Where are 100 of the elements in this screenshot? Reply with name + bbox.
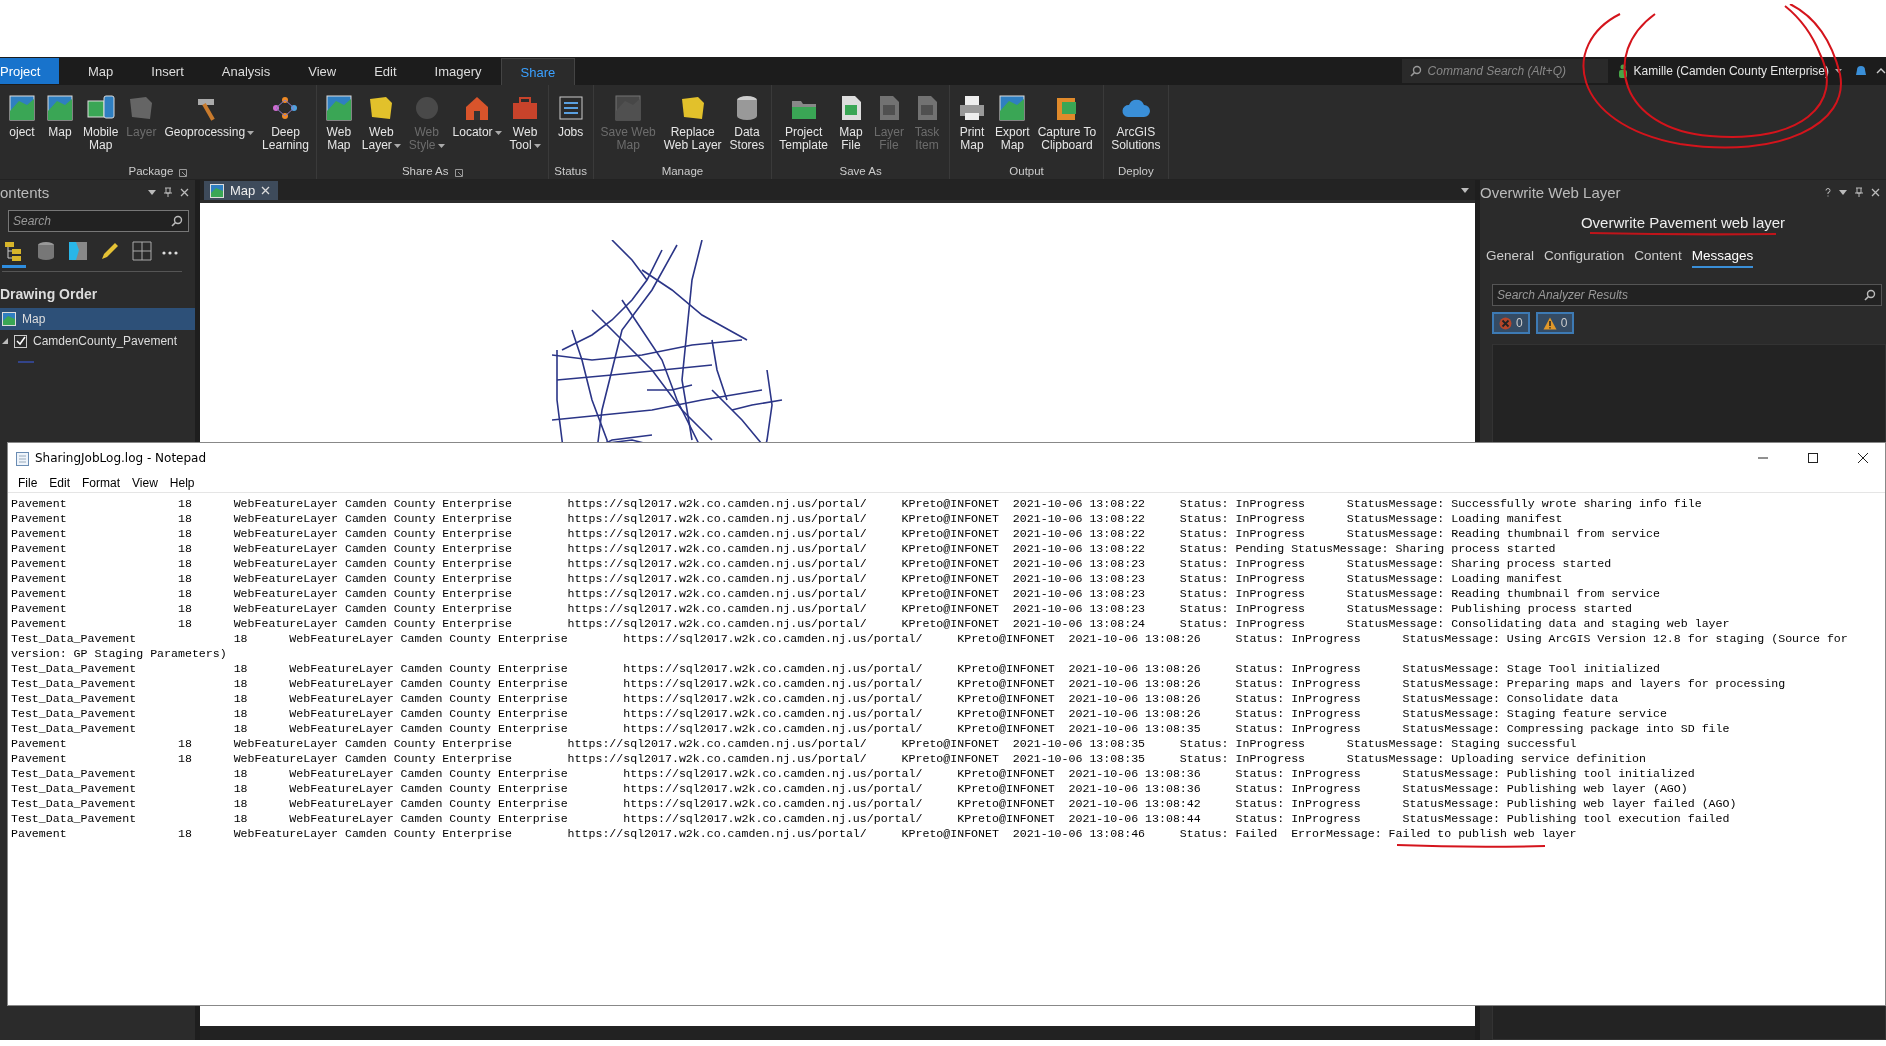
filter-button[interactable]: 0 xyxy=(1492,312,1530,334)
ribbon-tab[interactable]: Project xyxy=(0,58,59,84)
help-icon[interactable] xyxy=(1825,187,1831,197)
group-label: Manage xyxy=(661,164,704,177)
ribbon-button[interactable]: Print Map xyxy=(954,91,990,154)
ribbon-button[interactable]: Data Stores xyxy=(726,91,768,154)
ribbon-button[interactable]: Capture To Clipboard xyxy=(1034,91,1100,154)
caret-icon xyxy=(247,130,255,135)
caret-icon[interactable] xyxy=(1839,189,1847,195)
log-line: Pavement 18 WebFeatureLayer Camden County Enterprise https://sql2017.w2k.co.camden.nj.us/portal/ KPreto@INFONET 2021-10-06 13:08:22 Status: Pending StatusMessage: Sharing process started xyxy=(11,541,1556,556)
pane-title: ontents xyxy=(0,183,51,201)
map-icon xyxy=(2,312,16,326)
ribbon-button[interactable]: Web Layer xyxy=(358,91,404,154)
ribbon-button[interactable]: Jobs xyxy=(552,91,589,141)
ribbon-tab[interactable]: View xyxy=(289,58,356,84)
log-line: version: GP Staging Parameters) xyxy=(11,646,227,661)
ribbon-tab[interactable]: Insert xyxy=(132,58,203,84)
ribbon-button[interactable]: oject xyxy=(4,91,40,141)
caret-icon xyxy=(533,143,541,148)
pane-title: Overwrite Web Layer xyxy=(1480,183,1622,201)
pane-tab[interactable]: Messages xyxy=(1691,248,1754,268)
window-title: SharingJobLog.log - Notepad xyxy=(35,451,207,465)
log-line: Pavement 18 WebFeatureLayer Camden County Enterprise https://sql2017.w2k.co.camden.nj.us/portal/ KPreto@INFONET 2021-10-06 13:08:46 Status: Failed ErrorMessage: Failed to publish web layer xyxy=(11,826,1577,841)
database-icon xyxy=(35,240,57,262)
caret-icon[interactable] xyxy=(148,189,156,195)
pane-tab[interactable]: General xyxy=(1486,248,1535,268)
menu-item[interactable]: Help xyxy=(163,475,201,490)
ribbon-button[interactable]: Locator xyxy=(449,91,505,141)
ribbon-button[interactable]: Replace Web Layer xyxy=(660,91,725,154)
ribbon-button[interactable]: Mobile Map xyxy=(80,91,122,154)
log-line: Pavement 18 WebFeatureLayer Camden County Enterprise https://sql2017.w2k.co.camden.nj.us/portal/ KPreto@INFONET 2021-10-06 13:08:24 Status: InProgress StatusMessage: Consolidating data and staging web layer xyxy=(11,616,1730,631)
caret-icon xyxy=(494,130,502,135)
log-line: Test_Data_Pavement 18 WebFeatureLayer Camden County Enterprise https://sql2017.w2k.co.camden.nj.us/portal/ KPreto@INFONET 2021-10-06 13:08:35 Status: InProgress StatusMessage: Compressing package into SD file xyxy=(11,721,1730,736)
ribbon-tab[interactable]: Imagery xyxy=(415,58,501,84)
log-line: Pavement 18 WebFeatureLayer Camden County Enterprise https://sql2017.w2k.co.camden.nj.us/portal/ KPreto@INFONET 2021-10-06 13:08:35 Status: InProgress StatusMessage: Staging successful xyxy=(11,736,1577,751)
notepad-icon xyxy=(16,450,29,466)
ribbon-button[interactable]: Deep Learning xyxy=(259,91,312,154)
group-label: Package xyxy=(128,164,174,177)
close-icon[interactable] xyxy=(1871,187,1880,197)
close-icon[interactable] xyxy=(1858,453,1868,463)
menu-item[interactable]: View xyxy=(126,475,164,490)
map-tab[interactable]: Map xyxy=(204,181,279,200)
launcher-icon[interactable] xyxy=(454,168,463,177)
ribbon-button[interactable]: Map File xyxy=(832,91,869,154)
menu-item[interactable]: Format xyxy=(76,475,127,490)
search-field[interactable]: Search Analyzer Results xyxy=(1492,284,1882,306)
caret-icon xyxy=(437,143,445,148)
layer-name: Map xyxy=(22,312,46,326)
printer-icon xyxy=(957,93,987,123)
map-icon xyxy=(997,93,1028,123)
ribbon-tab[interactable]: Map xyxy=(69,58,133,84)
group-label: Deploy xyxy=(1117,164,1154,177)
person-icon xyxy=(1617,64,1628,78)
log-line: Test_Data_Pavement 18 WebFeatureLayer Camden County Enterprise https://sql2017.w2k.co.camden.nj.us/portal/ KPreto@INFONET 2021-10-06 13:08:26 Status: InProgress StatusMessage: Preparing maps and layers for processing xyxy=(11,676,1786,691)
error-icon xyxy=(1499,316,1512,330)
log-line: Test_Data_Pavement 18 WebFeatureLayer Camden County Enterprise https://sql2017.w2k.co.camden.nj.us/portal/ KPreto@INFONET 2021-10-06 13:08:26 Status: InProgress StatusMessage: Staging feature service xyxy=(11,706,1667,721)
pane-tab[interactable]: Configuration xyxy=(1544,248,1625,268)
close-icon[interactable] xyxy=(180,187,189,197)
search-icon xyxy=(1864,289,1876,301)
menu-item[interactable]: File xyxy=(12,475,44,490)
bell-icon[interactable] xyxy=(1854,64,1868,78)
ribbon-button[interactable]: Web Map xyxy=(320,91,357,154)
grid-icon xyxy=(131,240,153,262)
log-line: Pavement 18 WebFeatureLayer Camden County Enterprise https://sql2017.w2k.co.camden.nj.us/portal/ KPreto@INFONET 2021-10-06 13:08:22 Status: InProgress StatusMessage: Successfully wrote sharing info file xyxy=(11,496,1702,511)
log-line: Pavement 18 WebFeatureLayer Camden County Enterprise https://sql2017.w2k.co.camden.nj.us/portal/ KPreto@INFONET 2021-10-06 13:08:23 Status: InProgress StatusMessage: Publishing process started xyxy=(11,601,1633,616)
map-icon xyxy=(613,93,644,123)
ribbon-tab[interactable]: Edit xyxy=(355,58,416,84)
layer-row[interactable]: Map xyxy=(0,308,195,330)
pin-icon[interactable] xyxy=(1855,187,1863,197)
launcher-icon[interactable] xyxy=(179,168,188,177)
pane-tab[interactable]: Content xyxy=(1634,248,1682,268)
caret-icon[interactable] xyxy=(1461,187,1469,193)
ribbon-button[interactable]: Map xyxy=(42,91,78,141)
layer-name: CamdenCounty_Pavement xyxy=(33,334,178,348)
more-icon[interactable] xyxy=(162,251,178,255)
maximize-icon[interactable] xyxy=(1808,453,1818,463)
map-icon xyxy=(7,93,37,123)
menu-item[interactable]: Edit xyxy=(43,475,77,490)
log-line: Pavement 18 WebFeatureLayer Camden County Enterprise https://sql2017.w2k.co.camden.nj.us/portal/ KPreto@INFONET 2021-10-06 13:08:22 Status: InProgress StatusMessage: Reading thumbnail from service xyxy=(11,526,1660,541)
layer-row[interactable]: CamdenCounty_Pavement xyxy=(0,330,195,352)
search-field[interactable]: Search xyxy=(8,210,189,232)
log-line: Pavement 18 WebFeatureLayer Camden County Enterprise https://sql2017.w2k.co.camden.nj.us/portal/ KPreto@INFONET 2021-10-06 13:08:22 Status: InProgress StatusMessage: Loading manifest xyxy=(11,511,1563,526)
pencil-icon xyxy=(99,240,121,262)
filter-button[interactable]: 0 xyxy=(1535,312,1575,334)
ribbon-button[interactable]: ArcGIS Solutions xyxy=(1108,91,1164,154)
pin-icon[interactable] xyxy=(164,187,172,197)
map-icon xyxy=(67,240,89,262)
ribbon-button[interactable]: Export Map xyxy=(992,91,1033,154)
checkbox[interactable] xyxy=(14,334,27,348)
ribbon-tab[interactable]: Analysis xyxy=(202,58,290,84)
command-search-field[interactable]: Command Search (Alt+Q) xyxy=(1401,59,1608,83)
log-line: Test_Data_Pavement 18 WebFeatureLayer Camden County Enterprise https://sql2017.w2k.co.camden.nj.us/portal/ KPreto@INFONET 2021-10-06 13:08:44 Status: InProgress StatusMessage: Publishing tool execution failed xyxy=(11,811,1730,826)
expanded-icon[interactable] xyxy=(2,338,8,344)
ribbon-button[interactable]: Project Template xyxy=(776,91,831,154)
log-line: Test_Data_Pavement 18 WebFeatureLayer Camden County Enterprise https://sql2017.w2k.co.camden.nj.us/portal/ KPreto@INFONET 2021-10-06 13:08:26 Status: InProgress StatusMessage: Using ArcGIS Version 12.8 for staging (Source for xyxy=(11,631,1848,646)
ribbon-button[interactable]: Geoprocessing xyxy=(161,91,258,141)
ribbon-tab[interactable]: Share xyxy=(500,57,576,85)
ribbon-button[interactable]: Web Tool xyxy=(506,91,544,154)
collapse-icon[interactable] xyxy=(1876,68,1886,74)
search-icon xyxy=(1409,65,1422,77)
